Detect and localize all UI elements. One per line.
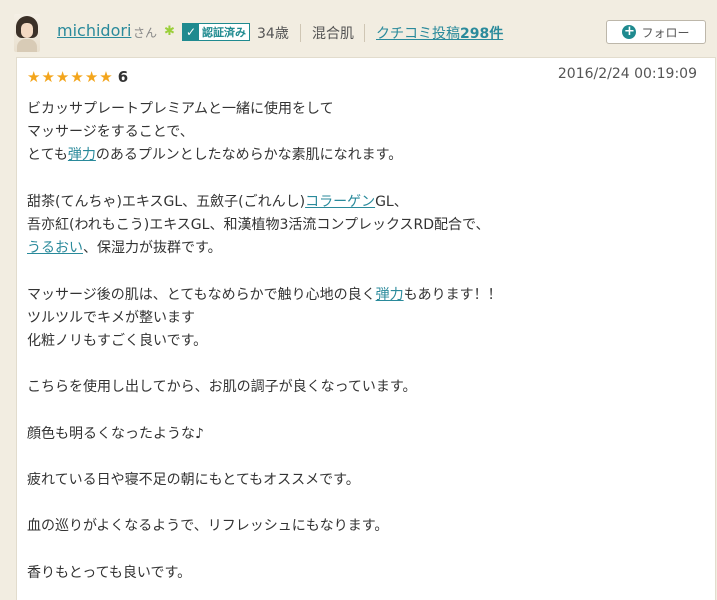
avatar[interactable] <box>14 14 40 52</box>
check-icon: ✓ <box>183 24 199 40</box>
keyword-link[interactable]: 弾力 <box>68 147 96 163</box>
divider <box>300 24 301 42</box>
follow-button[interactable]: + フォロー <box>606 20 706 44</box>
rating-value: 6 <box>117 68 129 86</box>
review-text: マッサージ後の肌は、とてもなめらかで触り心地の良く <box>27 286 376 303</box>
user-age: 34歳 <box>257 26 289 42</box>
review-text: 顔色も明るくなったような♪ <box>27 425 204 442</box>
review-line: とても弾力のあるプルンとしたなめらかな素肌になれます。 <box>27 144 697 167</box>
review-line: ビカッサプレートプレミアムと一緒に使用をして <box>27 98 697 121</box>
review-text: とても <box>27 147 68 164</box>
review-line: 血の巡りがよくなるようで、リフレッシュにもなります。 <box>27 515 697 538</box>
skin-type: 混合肌 <box>312 26 354 42</box>
star-icon: ★ <box>27 67 41 86</box>
review-text: もあります！！ <box>403 286 502 303</box>
keyword-link[interactable]: コラーゲン <box>305 194 375 210</box>
divider <box>364 24 365 42</box>
review-text: 疲れている日や寝不足の朝にもとてもオススメです。 <box>27 472 360 488</box>
review-line: こちらを使用し出してから、お肌の調子が良くなっています。 <box>27 376 697 399</box>
reviewer-header: michidori さん ✱ ✓ 認証済み 34歳 混合肌 クチコミ投稿298件… <box>0 0 717 56</box>
follow-label: フォロー <box>641 25 690 40</box>
review-text: ツルツルでキメが整います <box>27 309 195 326</box>
review-text: 吾亦紅(われもこう)エキスGL、和漢植物3活流コンプレックスRD配合で、 <box>27 216 490 233</box>
review-line: マッサージをすることで、 <box>27 121 697 144</box>
star-icon: ★ <box>99 67 113 86</box>
review-line: マッサージ後の肌は、とてもなめらかで触り心地の良く弾力もあります！！ <box>27 284 697 307</box>
review-date: 2016/2/24 00:19:09 <box>557 66 697 82</box>
keyword-link[interactable]: うるおい <box>27 240 83 256</box>
review-text: 香りもとっても良いです。 <box>27 564 192 581</box>
honorific: さん <box>133 26 158 40</box>
avatar-body <box>17 39 37 52</box>
review-line: 疲れている日や寝不足の朝にもとてもオススメです。 <box>27 469 697 492</box>
review-line: うるおい、保湿力が抜群です。 <box>27 237 697 260</box>
review-text: 化粧ノリもすごく良いです。 <box>27 332 208 349</box>
review-text: ビカッサプレートプレミアムと一緒に使用をして <box>27 101 334 117</box>
review-text: マッサージをすることで、 <box>27 124 194 141</box>
review-body: ビカッサプレートプレミアムと一緒に使用をして マッサージをすることで、 とても弾力の… <box>27 98 697 585</box>
keyword-link[interactable]: 弾力 <box>376 287 404 303</box>
review-line: 香りもとっても良いです。 <box>27 562 697 585</box>
review-text: のあるプルンとしたなめらかな素肌になれます。 <box>95 147 403 164</box>
plus-circle-icon: + <box>622 24 637 39</box>
review-text: こちらを使用し出してから、お肌の調子が良くなっています。 <box>27 379 417 396</box>
review-text: 血の巡りがよくなるようで、リフレッシュにもなります。 <box>27 518 389 535</box>
star-icon: ★ <box>84 67 99 86</box>
verified-badge: ✓ 認証済み <box>182 23 250 41</box>
username-link[interactable]: michidori <box>57 21 131 40</box>
review-text: GL、 <box>375 193 408 210</box>
review-line: 吾亦紅(われもこう)エキスGL、和漢植物3活流コンプレックスRD配合で、 <box>27 214 697 237</box>
avatar-face <box>21 23 33 38</box>
review-line: 化粧ノリもすごく良いです。 <box>27 330 697 353</box>
star-icon: ★ <box>70 67 84 86</box>
review-count-prefix: クチコミ投稿 <box>376 26 460 42</box>
flower-icon: ✱ <box>164 24 175 39</box>
review-text: 甜茶(てんちゃ)エキスGL、五斂子(ごれんし) <box>27 193 306 210</box>
star-rating: ★ ★ ★ ★ ★ ★ 6 <box>27 68 128 86</box>
star-icon: ★ <box>41 67 55 86</box>
review-line: 顔色も明るくなったような♪ <box>27 423 697 446</box>
review-line: ツルツルでキメが整います <box>27 307 697 330</box>
star-icon: ★ <box>55 67 70 86</box>
review-count-value: 298件 <box>460 26 504 42</box>
verified-label: 認証済み <box>202 26 246 39</box>
review-card: ★ ★ ★ ★ ★ ★ 6 2016/2/24 00:19:09 ビカッサプレー… <box>16 57 716 600</box>
review-count-link[interactable]: クチコミ投稿298件 <box>376 23 503 43</box>
review-line: 甜茶(てんちゃ)エキスGL、五斂子(ごれんし)コラーゲンGL、 <box>27 191 697 214</box>
review-text: 、保湿力が抜群です。 <box>83 240 222 257</box>
